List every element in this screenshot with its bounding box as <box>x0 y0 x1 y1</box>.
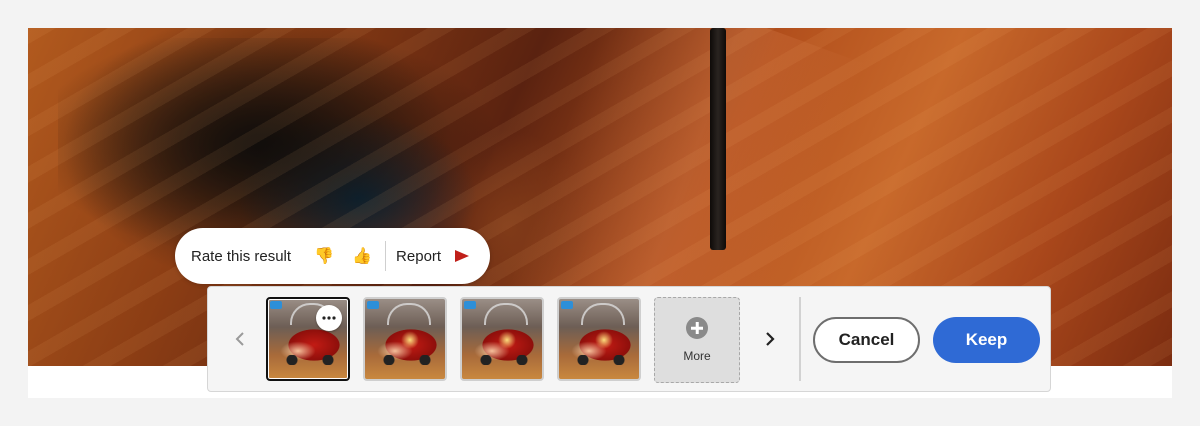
variation-tray: More Cancel Keep <box>207 286 1051 392</box>
lamp-post <box>710 28 726 250</box>
generated-badge <box>270 301 282 309</box>
light-glow <box>595 331 613 349</box>
more-options-icon[interactable] <box>316 305 342 331</box>
wheels-detail <box>375 355 435 365</box>
generated-badge <box>464 301 476 309</box>
wheels-detail <box>569 355 629 365</box>
antlers-detail <box>581 303 625 325</box>
more-label: More <box>683 349 711 363</box>
wheels-detail <box>472 355 532 365</box>
generated-badge <box>561 301 573 309</box>
antlers-detail <box>484 303 528 325</box>
next-button[interactable] <box>758 319 782 359</box>
wheels-detail <box>278 355 338 365</box>
light-glow <box>401 331 419 349</box>
feedback-bar: Rate this result 👎 👍 Report <box>175 228 490 284</box>
plus-icon <box>686 317 708 339</box>
antlers-detail <box>387 303 431 325</box>
thumbs-down-icon[interactable]: 👎 <box>305 246 343 266</box>
variation-thumbnail-2[interactable] <box>363 297 447 381</box>
previous-button[interactable] <box>228 319 252 359</box>
feedback-divider <box>385 241 387 271</box>
tray-divider <box>799 297 801 381</box>
generated-badge <box>367 301 379 309</box>
light-glow <box>498 331 516 349</box>
variation-thumbnail-4[interactable] <box>557 297 641 381</box>
chevron-right-icon <box>766 332 775 346</box>
more-variations-button[interactable]: More <box>654 297 740 383</box>
cancel-button[interactable]: Cancel <box>813 317 920 363</box>
red-flag-icon[interactable] <box>453 249 471 263</box>
keep-button[interactable]: Keep <box>933 317 1040 363</box>
variation-thumbnail-1[interactable] <box>266 297 350 381</box>
thumbs-up-icon[interactable]: 👍 <box>343 246 381 266</box>
variation-thumbnail-3[interactable] <box>460 297 544 381</box>
chevron-left-icon <box>235 332 244 346</box>
report-link[interactable]: Report <box>396 248 441 265</box>
rate-result-label: Rate this result <box>191 247 292 265</box>
